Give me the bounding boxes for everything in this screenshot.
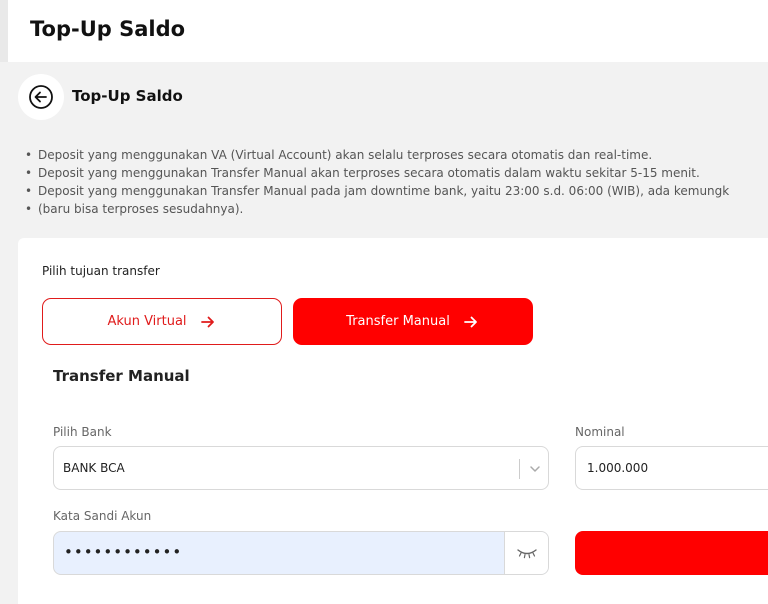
arrow-right-icon [200,316,214,327]
info-notes: Deposit yang menggunakan VA (Virtual Acc… [22,146,768,218]
transfer-manual-label: Transfer Manual [346,314,450,329]
main-content: Top-Up Saldo Deposit yang menggunakan VA… [8,62,768,604]
form-title: Transfer Manual [53,367,190,385]
password-label: Kata Sandi Akun [53,509,152,523]
nominal-input[interactable]: 1.000.000 [575,446,768,490]
eye-closed-icon [516,549,537,559]
submit-button[interactable] [575,531,768,575]
transfer-manual-button[interactable]: Transfer Manual [293,298,533,345]
virtual-account-button[interactable]: Akun Virtual [42,298,282,345]
bank-label: Pilih Bank [53,425,112,439]
chevron-down-icon[interactable] [528,462,542,476]
topup-card: Pilih tujuan transfer Akun Virtual Trans… [18,238,768,604]
note-item: Deposit yang menggunakan Transfer Manual… [22,164,768,182]
note-item-continuation: (baru bisa terproses sesudahnya). [22,200,768,218]
arrow-right-icon [463,316,477,327]
nominal-label: Nominal [575,425,625,439]
note-item: Deposit yang menggunakan VA (Virtual Acc… [22,146,768,164]
select-separator [519,459,520,479]
bank-select[interactable]: BANK BCA [53,446,549,490]
password-value: •••••••••••• [64,543,183,561]
nominal-value: 1.000.000 [587,461,649,475]
arrow-left-circle-icon [29,85,53,109]
bank-select-value: BANK BCA [63,461,125,475]
top-bar: Top-Up Saldo [0,0,768,62]
toggle-password-button[interactable] [504,532,548,574]
note-item: Deposit yang menggunakan Transfer Manual… [22,182,768,200]
password-input[interactable]: •••••••••••• [53,531,549,575]
transfer-target-label: Pilih tujuan transfer [42,264,160,278]
note-continuation-text: (baru bisa terproses sesudahnya). [38,202,244,216]
back-button[interactable] [18,74,64,120]
page-title: Top-Up Saldo [72,87,183,105]
virtual-account-label: Akun Virtual [107,314,187,329]
app-title: Top-Up Saldo [30,17,186,41]
